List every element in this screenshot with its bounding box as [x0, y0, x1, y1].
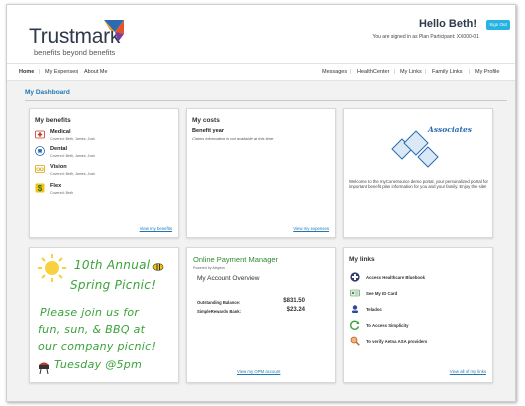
rewards-bank-label: SimpleRewards Bank: — [197, 309, 241, 314]
benefit-name[interactable]: Medical — [50, 129, 71, 135]
glasses-icon — [35, 165, 45, 173]
nav-family-links[interactable]: Family Links — [432, 69, 463, 75]
divider — [25, 100, 507, 101]
dashboard-title: My Dashboard — [25, 89, 70, 96]
tooth-icon — [35, 146, 45, 156]
benefit-year-label: Benefit year — [192, 128, 225, 134]
opm-powered-by: Powered by Alegeus — [193, 266, 225, 270]
search-provider-icon — [350, 336, 360, 346]
link-item[interactable]: To Access Simplicity — [366, 323, 409, 328]
benefits-card: My benefits Medical Covered: Beth, James… — [29, 108, 179, 238]
bluebook-icon — [350, 272, 360, 282]
associates-description: Welcome to the myConeSource demo portal,… — [349, 179, 488, 190]
nav-my-expenses[interactable]: My Expenses — [45, 69, 78, 75]
link-item[interactable]: See My ID Card — [366, 291, 397, 296]
nav-separator: | — [469, 69, 471, 75]
outstanding-balance-label: Outstanding Balance: — [197, 300, 241, 305]
costs-title: My costs — [192, 117, 220, 124]
logo-flag-icon — [104, 20, 124, 42]
claims-note: Claims information is not available at t… — [192, 136, 275, 141]
picnic-line: 10th Annual — [74, 258, 151, 272]
benefit-covered: Covered: Beth, James, Josh — [50, 172, 96, 176]
nav-about-me[interactable]: About Me — [84, 69, 108, 75]
view-opm-link[interactable]: View my OPM account — [237, 369, 280, 374]
view-all-links[interactable]: View all of my links — [450, 369, 486, 374]
picnic-line: our company picnic! — [38, 340, 157, 353]
picnic-line: Please join us for — [40, 306, 140, 319]
nav-separator: | — [425, 69, 427, 75]
nav-my-links[interactable]: My Links — [400, 69, 422, 75]
simplicity-icon — [350, 320, 360, 330]
grill-icon — [39, 362, 49, 374]
sign-out-button[interactable]: Sign Out — [486, 20, 510, 30]
dollar-icon: $ — [35, 183, 45, 193]
payment-card: Online Payment Manager Powered by Alegeu… — [186, 247, 336, 383]
nav-separator: | — [394, 69, 396, 75]
links-title: My links — [349, 256, 375, 263]
rewards-bank-value: $23.24 — [286, 307, 305, 313]
signed-in-text: You are signed in as Plan Participant: X… — [372, 34, 479, 40]
nav-home[interactable]: Home — [19, 69, 34, 75]
benefits-title: My benefits — [35, 117, 71, 124]
benefit-covered: Covered: Beth — [50, 191, 73, 195]
tagline: benefits beyond benefits — [34, 48, 116, 57]
browser-frame: Trustmark benefits beyond benefits Hello… — [6, 4, 516, 402]
opm-title: Online Payment Manager — [193, 255, 279, 264]
benefit-covered: Covered: Beth, James, Josh — [50, 137, 96, 141]
nav-my-profile[interactable]: My Profile — [475, 69, 499, 75]
bee-icon — [152, 263, 164, 271]
link-item[interactable]: To verify Aetna ASA providers — [366, 339, 427, 344]
outstanding-balance-value: $831.50 — [283, 298, 305, 304]
nav-separator: | — [350, 69, 352, 75]
teladoc-icon — [352, 305, 358, 313]
benefit-name[interactable]: Flex — [50, 183, 61, 189]
associates-card: Associates Welcome to the myConeSource d… — [343, 108, 493, 238]
sun-icon — [38, 254, 66, 282]
nav-healthcenter[interactable]: HealthCenter — [357, 69, 389, 75]
link-item[interactable]: Access Healthcare Bluebook — [366, 275, 425, 280]
link-item[interactable]: Teladoc — [366, 307, 382, 312]
greeting: Hello Beth! — [418, 18, 477, 30]
picnic-line: Spring Picnic! — [70, 278, 157, 292]
nav-separator: | — [39, 69, 41, 75]
main-nav: Home | My Expenses | About Me Messages |… — [7, 63, 515, 81]
benefit-covered: Covered: Beth, James, Josh — [50, 154, 96, 158]
benefit-name[interactable]: Dental — [50, 146, 67, 152]
picnic-card: 10th Annual Spring Picnic! Please join u… — [29, 247, 179, 383]
view-benefits-link[interactable]: View my benefits — [140, 226, 172, 231]
medical-kit-icon — [35, 130, 45, 139]
picnic-line: fun, sun, & BBQ at — [38, 323, 146, 336]
view-expenses-link[interactable]: View my expenses — [293, 226, 329, 231]
links-card: My links Access Healthcare Bluebook See … — [343, 247, 493, 383]
associates-logo-text: Associates — [428, 125, 473, 134]
header: Trustmark benefits beyond benefits Hello… — [7, 5, 515, 63]
nav-messages[interactable]: Messages — [322, 69, 347, 75]
picnic-line: Tuesday @5pm — [54, 358, 143, 371]
account-overview-title: My Account Overview — [197, 275, 260, 282]
costs-card: My costs Benefit year Claims information… — [186, 108, 336, 238]
nav-separator: | — [77, 69, 79, 75]
svg-text:$: $ — [38, 184, 43, 193]
benefit-name[interactable]: Vision — [50, 164, 67, 170]
id-card-icon — [350, 289, 360, 297]
